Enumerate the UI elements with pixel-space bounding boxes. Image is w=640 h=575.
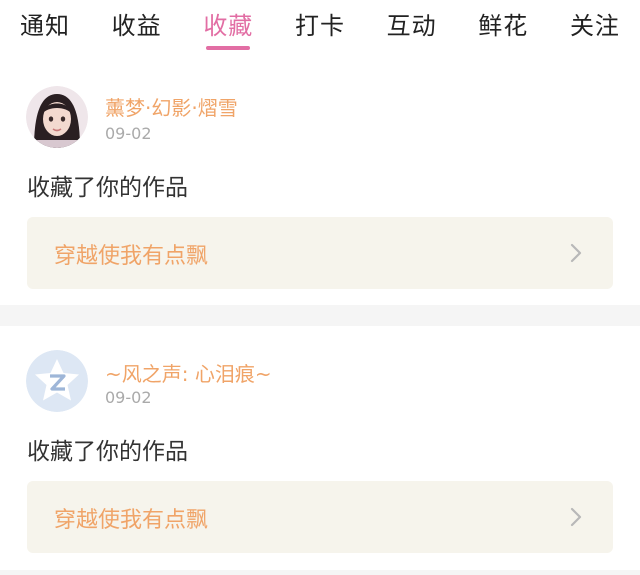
chevron-right-icon [570, 507, 582, 527]
chevron-right-icon [570, 243, 582, 263]
tab-label: 收益 [111, 12, 162, 40]
tab-flowers[interactable]: 鲜花 [478, 0, 528, 62]
list-bottom-divider [0, 570, 640, 575]
tab-follow[interactable]: 关注 [570, 0, 620, 62]
active-tab-indicator [206, 46, 251, 50]
tab-interaction[interactable]: 互动 [387, 0, 437, 62]
work-link[interactable]: 穿越使我有点飘 [27, 481, 613, 553]
tab-label: 打卡 [294, 12, 345, 40]
username[interactable]: ~风之声: 心泪痕~ [105, 358, 272, 387]
tab-label: 通知 [20, 12, 70, 40]
tab-label: 收藏 [203, 12, 254, 40]
work-link[interactable]: 穿越使我有点飘 [27, 217, 613, 289]
default-star-avatar-icon [26, 350, 88, 412]
tab-label: 互动 [386, 12, 437, 40]
user-photo-avatar-icon [26, 86, 88, 148]
username[interactable]: 薰梦·幻影·熠雪 [105, 92, 238, 121]
timestamp: 09-02 [105, 124, 152, 143]
tab-label: 关注 [569, 12, 620, 40]
avatar[interactable] [26, 350, 88, 412]
work-title: 穿越使我有点飘 [54, 244, 209, 269]
notification-card: ~风之声: 心泪痕~ 09-02 收藏了你的作品 穿越使我有点飘 [0, 326, 640, 570]
tab-earnings[interactable]: 收益 [112, 0, 162, 62]
tab-notice[interactable]: 通知 [20, 0, 70, 62]
notification-card: 薰梦·幻影·熠雪 09-02 收藏了你的作品 穿越使我有点飘 [0, 62, 640, 305]
tab-checkin[interactable]: 打卡 [295, 0, 345, 62]
action-text: 收藏了你的作品 [27, 175, 188, 201]
avatar[interactable] [26, 86, 88, 148]
notification-tabs: 通知 收益 收藏 打卡 互动 鲜花 关注 [0, 0, 640, 62]
tab-favorites[interactable]: 收藏 [203, 0, 253, 62]
timestamp: 09-02 [105, 388, 152, 407]
tab-label: 鲜花 [478, 12, 529, 40]
work-title: 穿越使我有点飘 [54, 508, 209, 533]
action-text: 收藏了你的作品 [27, 439, 188, 465]
